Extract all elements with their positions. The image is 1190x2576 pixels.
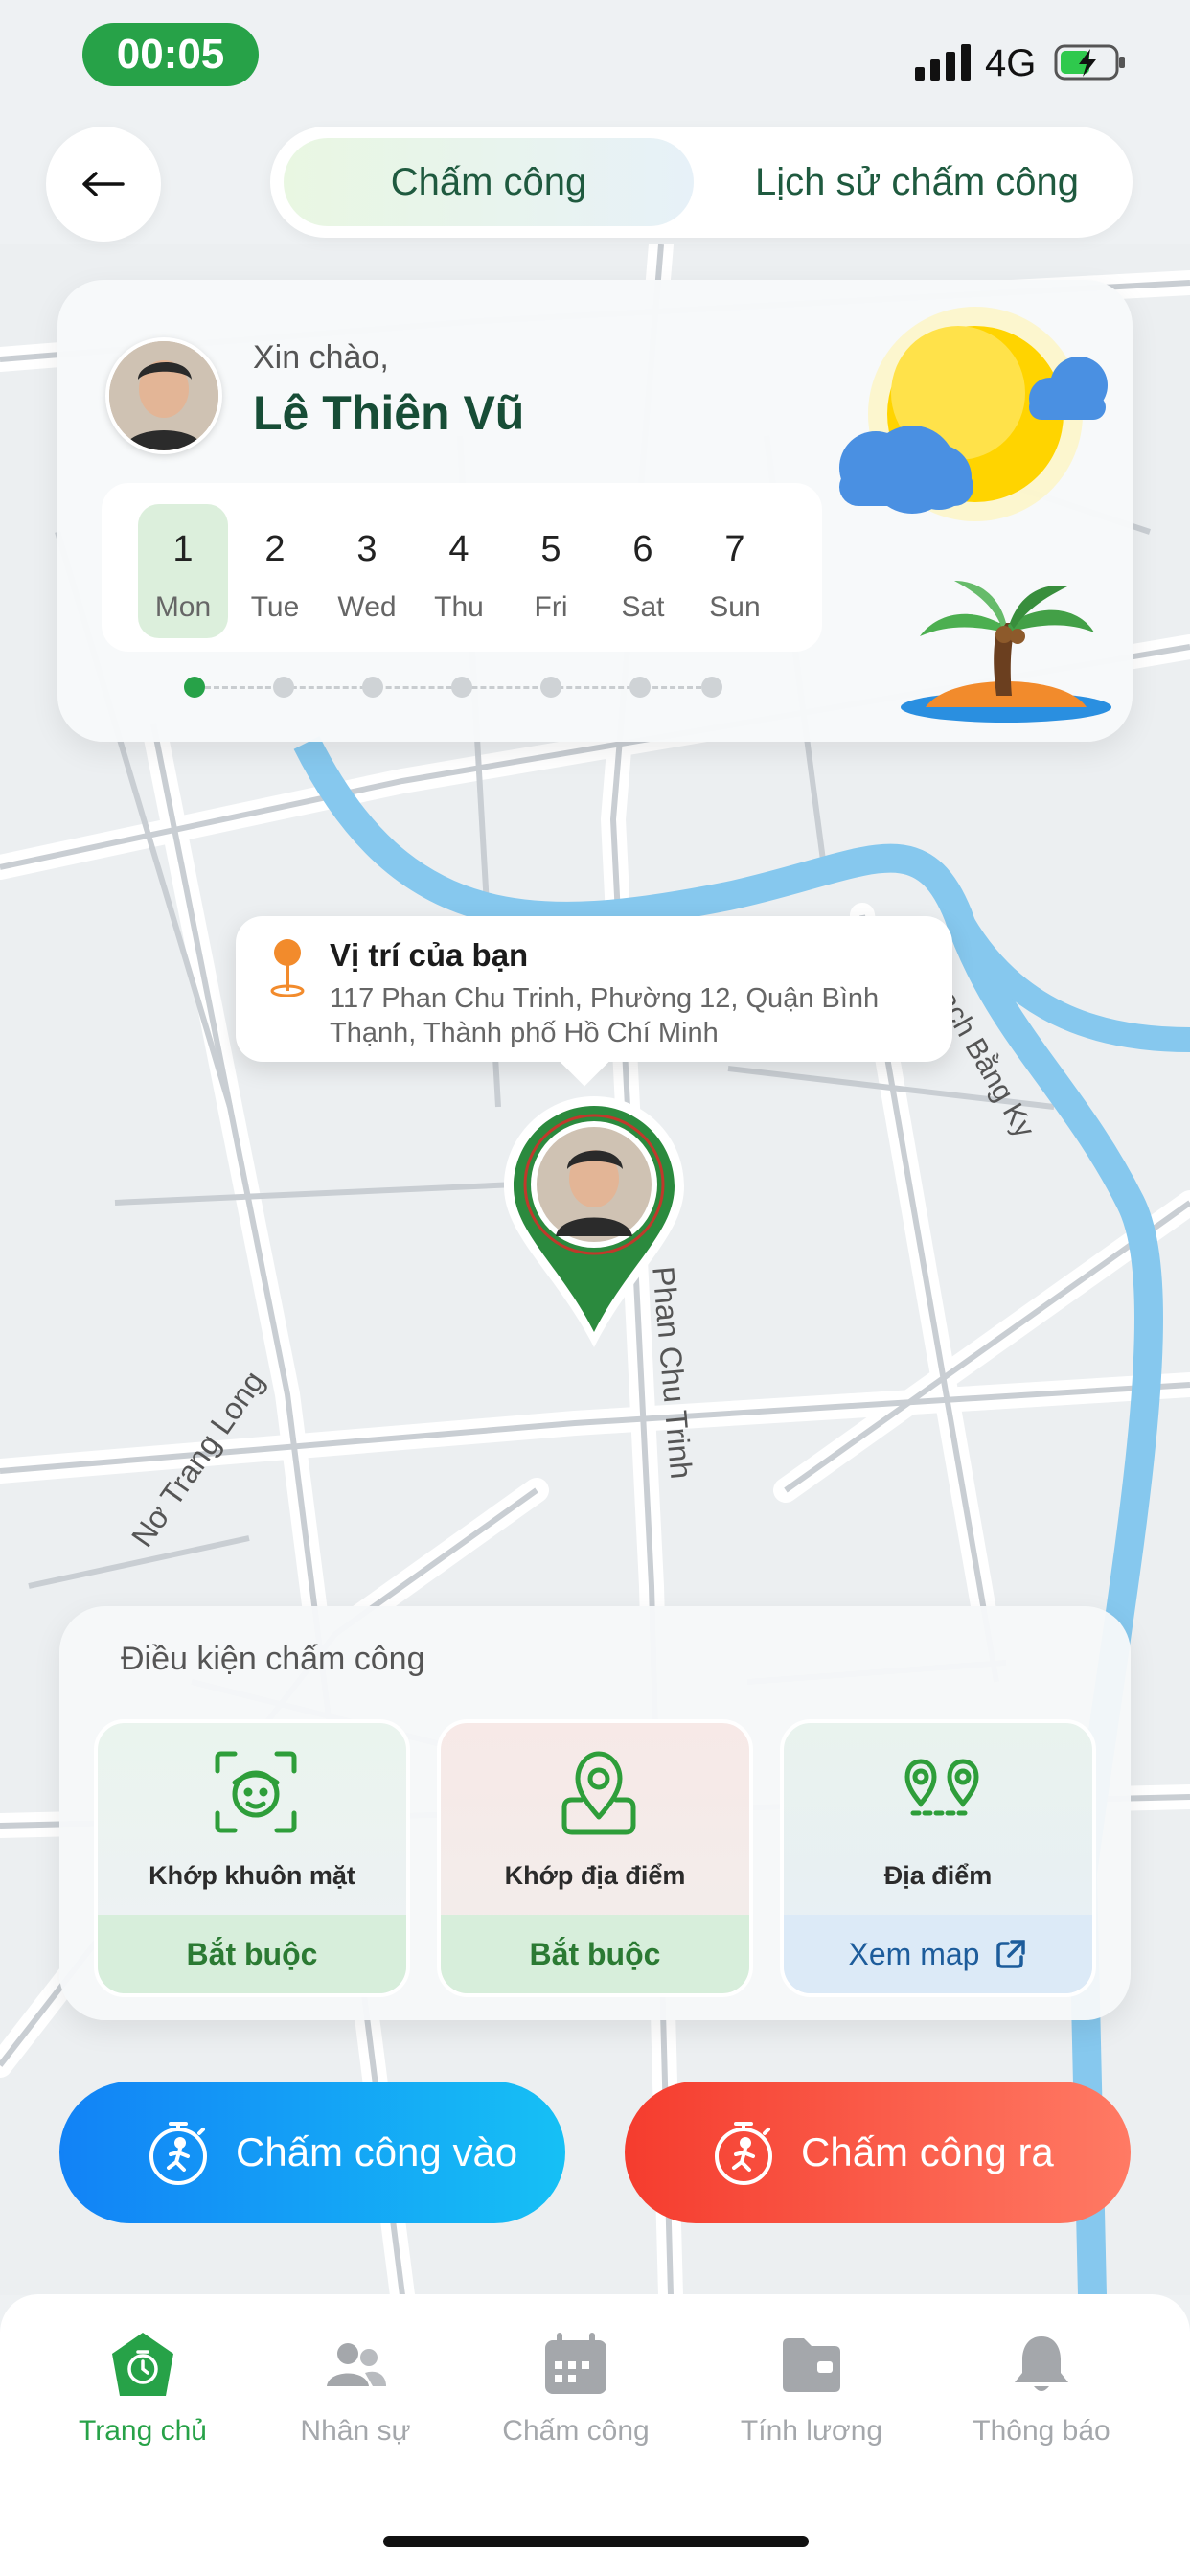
day-number: 6 <box>632 529 653 569</box>
condition-place: Địa điểm Xem map <box>780 1719 1096 1997</box>
day-label: Thu <box>434 591 484 623</box>
progress-dot <box>451 677 472 698</box>
week-selector: 1 Mon 2 Tue 3 Wed 4 Thu 5 Fri 6 Sat 7 Su… <box>102 483 822 652</box>
day-wed[interactable]: 3 Wed <box>322 504 412 638</box>
attendance-conditions-card: Điều kiện chấm công Khớp khuôn mặt Bắt b… <box>59 1606 1131 2020</box>
greeting-hello: Xin chào, <box>253 339 389 376</box>
day-number: 1 <box>172 529 194 569</box>
day-number: 4 <box>448 529 469 569</box>
nav-label: Trang chủ <box>79 2415 207 2447</box>
day-mon[interactable]: 1 Mon <box>138 504 228 638</box>
day-label: Mon <box>154 591 212 623</box>
day-number: 2 <box>264 529 286 569</box>
check-in-button[interactable]: Chấm công vào <box>59 2082 565 2223</box>
location-title: Vị trí của bạn <box>330 937 529 973</box>
check-out-button[interactable]: Chấm công ra <box>625 2082 1131 2223</box>
condition-location-match: Khớp địa điểm Bắt buộc <box>437 1719 753 1997</box>
network-label: 4G <box>985 42 1037 84</box>
battery-charging-icon <box>1054 44 1125 80</box>
nav-label: Nhân sự <box>300 2415 411 2447</box>
tab-cham-cong[interactable]: Chấm công <box>284 138 694 226</box>
bell-icon <box>1015 2336 1068 2391</box>
status-bar: 00:05 4G <box>0 0 1190 105</box>
user-location-marker[interactable] <box>500 1092 688 1351</box>
condition-status-required: Bắt buộc <box>98 1915 406 1993</box>
tab-bar: Chấm công Lịch sử chấm công <box>270 126 1133 238</box>
people-icon <box>327 2343 386 2386</box>
location-address: 117 Phan Chu Trinh, Phường 12, Quận Bình… <box>330 983 880 1048</box>
face-scan-icon <box>215 1751 297 1833</box>
progress-dot <box>540 677 561 698</box>
route-pins-icon <box>904 1759 979 1816</box>
external-link-icon <box>996 1940 1026 1968</box>
weather-sun-cloud-icon <box>839 307 1108 521</box>
back-button[interactable] <box>46 126 161 242</box>
check-in-label: Chấm công vào <box>236 2129 518 2174</box>
condition-label: Khớp địa điểm <box>504 1861 686 1890</box>
nav-label: Thông báo <box>973 2415 1110 2447</box>
condition-status-required: Bắt buộc <box>441 1915 749 1993</box>
bottom-nav: Trang chủ Nhân sự Chấm công Tính lương T… <box>0 2294 1190 2576</box>
progress-dot <box>629 677 651 698</box>
day-sat[interactable]: 6 Sat <box>598 504 688 638</box>
stopwatch-runner-icon <box>149 2122 207 2185</box>
day-tue[interactable]: 2 Tue <box>230 504 320 638</box>
location-pin-icon <box>561 1751 636 1835</box>
stopwatch-runner-icon <box>715 2122 772 2185</box>
avatar-photo <box>109 341 218 450</box>
arrow-left-icon <box>82 172 125 196</box>
progress-dot <box>701 677 722 698</box>
conditions-title: Điều kiện chấm công <box>121 1641 425 1677</box>
signal-icon <box>915 42 971 80</box>
folder-icon <box>783 2338 840 2392</box>
nav-payroll[interactable]: Tính lương <box>701 2329 922 2448</box>
day-label: Sun <box>709 591 761 623</box>
nav-attendance[interactable]: Chấm công <box>466 2329 686 2448</box>
view-map-link[interactable]: Xem map <box>784 1915 1092 1993</box>
nav-notifications[interactable]: Thông báo <box>931 2329 1152 2448</box>
greeting-card: Xin chào, Lê Thiên Vũ 1 Mon 2 Tue 3 Wed … <box>57 280 1133 742</box>
status-time: 00:05 <box>82 23 259 86</box>
user-avatar <box>105 337 222 454</box>
day-thu[interactable]: 4 Thu <box>414 504 504 638</box>
day-label: Sat <box>621 591 665 623</box>
day-sun[interactable]: 7 Sun <box>690 504 780 638</box>
progress-dot <box>362 677 383 698</box>
day-label: Wed <box>337 591 397 623</box>
condition-label: Khớp khuôn mặt <box>149 1861 355 1890</box>
nav-label: Chấm công <box>502 2415 650 2447</box>
home-icon <box>112 2333 173 2396</box>
week-progress-dots <box>184 673 722 702</box>
day-number: 7 <box>724 529 745 569</box>
nav-home[interactable]: Trang chủ <box>33 2329 253 2448</box>
day-label: Tue <box>250 591 300 623</box>
condition-label: Địa điểm <box>883 1861 993 1890</box>
nav-label: Tính lương <box>740 2415 883 2447</box>
home-indicator <box>383 2536 809 2547</box>
condition-face-match: Khớp khuôn mặt Bắt buộc <box>94 1719 410 1997</box>
day-number: 5 <box>540 529 561 569</box>
day-label: Fri <box>534 591 568 623</box>
nav-staff[interactable]: Nhân sự <box>245 2329 466 2448</box>
day-number: 3 <box>356 529 378 569</box>
calendar-icon <box>545 2333 606 2394</box>
day-fri[interactable]: 5 Fri <box>506 504 596 638</box>
check-out-label: Chấm công ra <box>801 2129 1054 2174</box>
progress-dot <box>184 677 205 698</box>
location-pin-icon <box>270 939 305 997</box>
progress-dot <box>273 677 294 698</box>
view-map-label: Xem map <box>848 1936 980 1971</box>
location-card: Vị trí của bạn 117 Phan Chu Trinh, Phườn… <box>236 916 952 1062</box>
tab-lich-su-cham-cong[interactable]: Lịch sử chấm công <box>711 138 1123 226</box>
user-name: Lê Thiên Vũ <box>253 386 525 440</box>
palm-island-icon <box>901 581 1111 723</box>
